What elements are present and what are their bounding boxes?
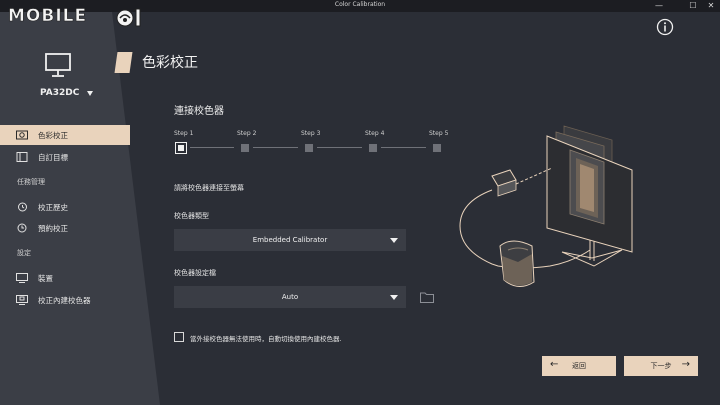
step-label-3: Step 3: [301, 130, 321, 137]
back-button[interactable]: ← 返回: [542, 356, 616, 376]
sidebar-item-label: 預約校正: [38, 223, 68, 233]
folder-icon[interactable]: [420, 292, 434, 303]
calibrator-type-select[interactable]: Embedded Calibrator: [174, 229, 406, 251]
page-title: 色彩校正: [142, 55, 198, 71]
sidebar-item-device[interactable]: 裝置: [0, 268, 53, 288]
step-connector: [253, 147, 298, 148]
maximize-button[interactable]: ☐: [684, 0, 702, 12]
step-label-4: Step 4: [365, 130, 385, 137]
sidebar-item-label: 校正內建校色器: [38, 295, 91, 305]
step-indicator-1: [175, 142, 187, 154]
window-title: Color Calibration: [334, 1, 386, 8]
fallback-checkbox[interactable]: [174, 332, 184, 342]
device-name: PA32DC: [40, 88, 80, 98]
back-button-label: 返回: [572, 362, 586, 370]
settings-heading: 設定: [17, 249, 31, 257]
calibrator-type-value: Embedded Calibrator: [252, 236, 328, 244]
step-connector: [317, 147, 362, 148]
task-management-heading: 任務管理: [17, 178, 45, 186]
watermark-text: MOBILE: [8, 6, 88, 27]
history-icon: [18, 202, 27, 212]
window-titlebar: Color Calibration — ☐ ✕: [0, 0, 720, 12]
step-label-2: Step 2: [237, 130, 257, 137]
next-button[interactable]: 下一步 →: [624, 356, 698, 376]
sidebar-item-color-calibration[interactable]: 色彩校正: [0, 125, 130, 145]
sidebar-item-schedule[interactable]: 預約校正: [0, 218, 68, 238]
step-label-5: Step 5: [429, 130, 449, 137]
calibrator-profile-label: 校色器設定檔: [174, 269, 216, 277]
step-connector: [190, 147, 234, 148]
step-indicator-3: [305, 144, 313, 152]
chevron-down-icon: [390, 238, 398, 243]
device-selector[interactable]: PA32DC: [40, 88, 94, 98]
arrow-left-icon: ←: [550, 359, 559, 370]
watermark-logo-icon: [116, 8, 141, 27]
sidebar-item-label: 色彩校正: [38, 130, 68, 140]
monitor-icon: [45, 53, 71, 77]
section-title: 連接校色器: [174, 106, 224, 117]
step-indicator-2: [241, 144, 249, 152]
chevron-down-icon: [390, 295, 398, 300]
fallback-checkbox-label: 當外接校色器無法使用時，自動切換使用內建校色器.: [190, 335, 342, 343]
builtin-calibrator-icon: [16, 295, 28, 305]
calibrator-profile-value: Auto: [281, 293, 299, 301]
step-indicator-4: [369, 144, 377, 152]
device-icon: [16, 273, 28, 283]
calibrator-type-label: 校色器類型: [174, 212, 209, 220]
sidebar-item-custom-target[interactable]: 自訂目標: [0, 147, 68, 167]
info-icon[interactable]: [656, 18, 674, 36]
sidebar-item-label: 校正歷史: [38, 202, 68, 212]
custom-target-icon: [16, 152, 28, 162]
title-accent-bar: [114, 52, 133, 73]
close-button[interactable]: ✕: [702, 0, 720, 12]
sidebar-item-builtin-calibrator[interactable]: 校正內建校色器: [0, 290, 91, 310]
schedule-icon: [17, 223, 27, 233]
calibrator-connection-illustration: [459, 125, 633, 287]
sidebar-item-history[interactable]: 校正歷史: [0, 197, 68, 217]
sidebar: PA32DC 色彩校正 自訂目標 任務管理 校正歷史 預約校正 設定 裝置 校正…: [0, 12, 160, 405]
calibrator-profile-select[interactable]: Auto: [174, 286, 406, 308]
step-indicator-5: [433, 144, 441, 152]
chevron-down-icon: [87, 90, 94, 96]
step-label-1: Step 1: [174, 130, 194, 137]
minimize-button[interactable]: —: [650, 0, 668, 12]
calibration-icon: [16, 130, 28, 140]
sidebar-item-label: 裝置: [38, 273, 53, 283]
step-connector: [381, 147, 426, 148]
instruction-text: 請將校色器連接至螢幕: [174, 184, 244, 192]
sidebar-item-label: 自訂目標: [38, 152, 68, 162]
arrow-right-icon: →: [681, 359, 690, 370]
next-button-label: 下一步: [650, 362, 672, 370]
